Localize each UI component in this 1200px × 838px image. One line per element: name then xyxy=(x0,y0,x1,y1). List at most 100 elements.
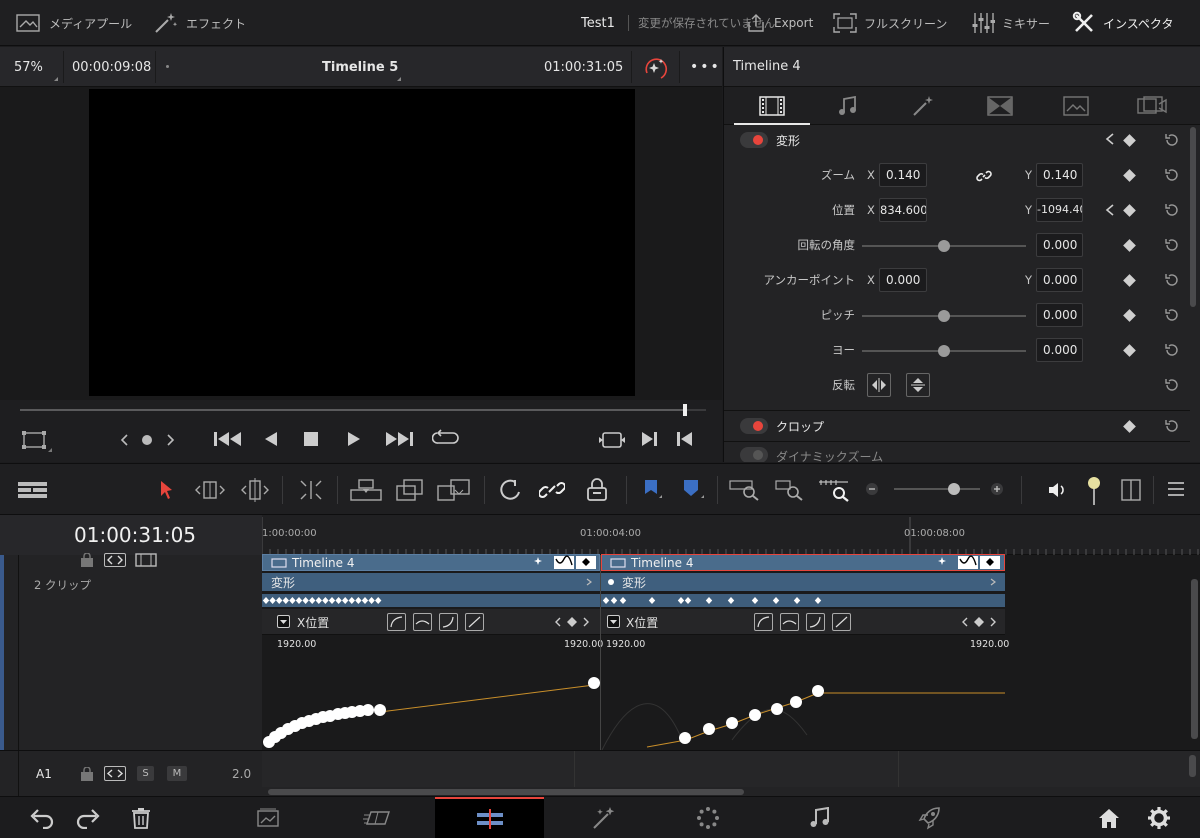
reset-icon[interactable] xyxy=(1164,307,1180,323)
reset-icon[interactable] xyxy=(1164,132,1180,148)
ease-in-button[interactable] xyxy=(387,613,406,631)
ease-custom-button[interactable] xyxy=(465,613,484,631)
color-page-button[interactable] xyxy=(690,797,726,838)
lock-icon[interactable] xyxy=(79,553,95,567)
trim-tool-icon[interactable] xyxy=(193,478,227,502)
keyframe-diamond-icon[interactable] xyxy=(1123,239,1136,252)
keyframe-point[interactable] xyxy=(749,709,761,721)
snap-icon[interactable] xyxy=(298,478,324,502)
timeline-scrollbar[interactable] xyxy=(1191,579,1198,739)
keyframe-nav-icon[interactable] xyxy=(961,615,997,629)
audio-scrollbar[interactable] xyxy=(1189,755,1196,777)
anchor-y-input[interactable]: 0.000 xyxy=(1036,268,1083,292)
position-x-input[interactable]: 834.600 xyxy=(879,198,927,222)
speaker-icon[interactable] xyxy=(1047,480,1067,500)
keyframe-diamond-icon[interactable] xyxy=(1123,344,1136,357)
keyframe-diamond-icon[interactable] xyxy=(322,597,329,604)
ease-custom-button[interactable] xyxy=(832,613,851,631)
keyframe-diamond-icon[interactable] xyxy=(1123,204,1136,217)
stop-icon[interactable] xyxy=(303,431,319,447)
ease-linear-button[interactable] xyxy=(780,613,799,631)
viewer-effects-button[interactable] xyxy=(643,55,669,84)
keyframe-diamond-icon[interactable] xyxy=(361,597,369,604)
inspector-scrollbar[interactable] xyxy=(1190,127,1196,307)
keyframe-nav-icon[interactable] xyxy=(554,615,590,629)
crop-toggle[interactable] xyxy=(740,418,768,434)
overwrite-clip-icon[interactable] xyxy=(396,478,424,502)
clip-2-fx-bar[interactable]: 変形 xyxy=(601,573,1005,591)
timeline-zoom-knob[interactable] xyxy=(948,483,961,495)
keyframe-diamond-icon[interactable] xyxy=(727,597,735,604)
home-button[interactable] xyxy=(1092,797,1126,838)
mute-button[interactable]: M xyxy=(167,766,187,781)
reset-icon[interactable] xyxy=(1164,167,1180,183)
playhead[interactable] xyxy=(683,404,688,416)
ease-in-button[interactable] xyxy=(754,613,773,631)
position-y-input[interactable]: -1094.40 xyxy=(1036,198,1083,222)
tab-audio[interactable] xyxy=(810,87,886,125)
keyframe-diamond-icon[interactable] xyxy=(705,597,713,604)
tab-effects[interactable] xyxy=(886,87,962,125)
scrubber-track[interactable] xyxy=(20,404,706,416)
audio-level-icon[interactable] xyxy=(1086,476,1102,506)
delete-button[interactable] xyxy=(124,797,158,838)
flip-vertical-button[interactable] xyxy=(906,373,930,397)
keyframe-diamond-icon[interactable] xyxy=(602,597,610,604)
fairlight-page-button[interactable] xyxy=(802,797,838,838)
flag-icon[interactable] xyxy=(642,478,662,502)
yaw-input[interactable]: 0.000 xyxy=(1036,338,1083,362)
zoom-custom-icon[interactable] xyxy=(818,478,852,502)
keyframe-diamond-icon[interactable] xyxy=(772,597,780,604)
keyframe-diamond-icon[interactable] xyxy=(295,597,303,604)
keyframe-diamond-icon[interactable] xyxy=(348,597,355,604)
mixer-button[interactable]: ミキサー xyxy=(971,0,1050,46)
keyframe-point[interactable] xyxy=(771,703,783,715)
rotation-input[interactable]: 0.000 xyxy=(1036,233,1083,257)
curve-dropdown-button[interactable] xyxy=(607,615,620,628)
chevron-left-icon[interactable] xyxy=(1104,203,1116,217)
keyframe-point[interactable] xyxy=(362,704,374,716)
menu-icon[interactable] xyxy=(1167,481,1185,497)
prev-keyframe-icon[interactable] xyxy=(118,431,178,449)
tab-image[interactable] xyxy=(1038,87,1114,125)
keyframe-diamond-icon[interactable] xyxy=(315,597,322,604)
play-icon[interactable] xyxy=(345,430,363,448)
keyframe-diamond-icon[interactable] xyxy=(677,597,685,604)
keyframe-diamond-icon[interactable] xyxy=(309,597,316,604)
reset-icon[interactable] xyxy=(1164,377,1180,393)
keyframe-diamond-icon[interactable] xyxy=(619,597,627,604)
keyframe-diamond-icon[interactable] xyxy=(610,597,618,604)
chevron-left-icon[interactable] xyxy=(1104,132,1116,146)
link-icon[interactable] xyxy=(539,478,565,502)
lock-icon[interactable] xyxy=(79,767,95,781)
curve-dropdown-button[interactable] xyxy=(277,615,290,628)
link-icon[interactable] xyxy=(976,168,992,184)
keyframe-diamond-icon[interactable] xyxy=(648,597,656,604)
auto-select-button[interactable] xyxy=(104,553,126,567)
keyframe-diamond-icon[interactable] xyxy=(375,597,382,604)
keyframe-diamond-icon[interactable] xyxy=(276,597,283,604)
reset-icon[interactable] xyxy=(1164,202,1180,218)
ease-linear-button[interactable] xyxy=(413,613,432,631)
match-frame-icon[interactable] xyxy=(598,430,626,450)
solo-button[interactable]: S xyxy=(137,766,154,781)
zoom-full-icon[interactable] xyxy=(729,478,761,502)
keyframe-curve-graph[interactable] xyxy=(262,650,1005,750)
timeline-horizontal-scrollbar[interactable] xyxy=(268,789,744,795)
keyframe-point[interactable] xyxy=(679,732,691,744)
keyframe-point[interactable] xyxy=(790,696,802,708)
keyframe-diamond-icon[interactable] xyxy=(1123,309,1136,322)
film-icon[interactable] xyxy=(135,553,157,567)
chevron-right-icon[interactable] xyxy=(988,577,998,587)
redo-button[interactable] xyxy=(72,797,106,838)
keyframe-diamond-icon[interactable] xyxy=(262,597,270,604)
keyframe-diamond-icon[interactable] xyxy=(289,597,296,604)
export-button[interactable]: Export xyxy=(745,0,813,46)
cut-page-button[interactable] xyxy=(360,797,396,838)
transform-section-header[interactable]: 変形 xyxy=(728,125,1190,155)
zoom-x-input[interactable]: 0.140 xyxy=(879,163,927,187)
fusion-page-button[interactable] xyxy=(585,797,621,838)
keyframe-point[interactable] xyxy=(588,677,600,689)
keyframe-diamond-icon[interactable] xyxy=(814,597,822,604)
transform-toggle[interactable] xyxy=(740,132,768,148)
